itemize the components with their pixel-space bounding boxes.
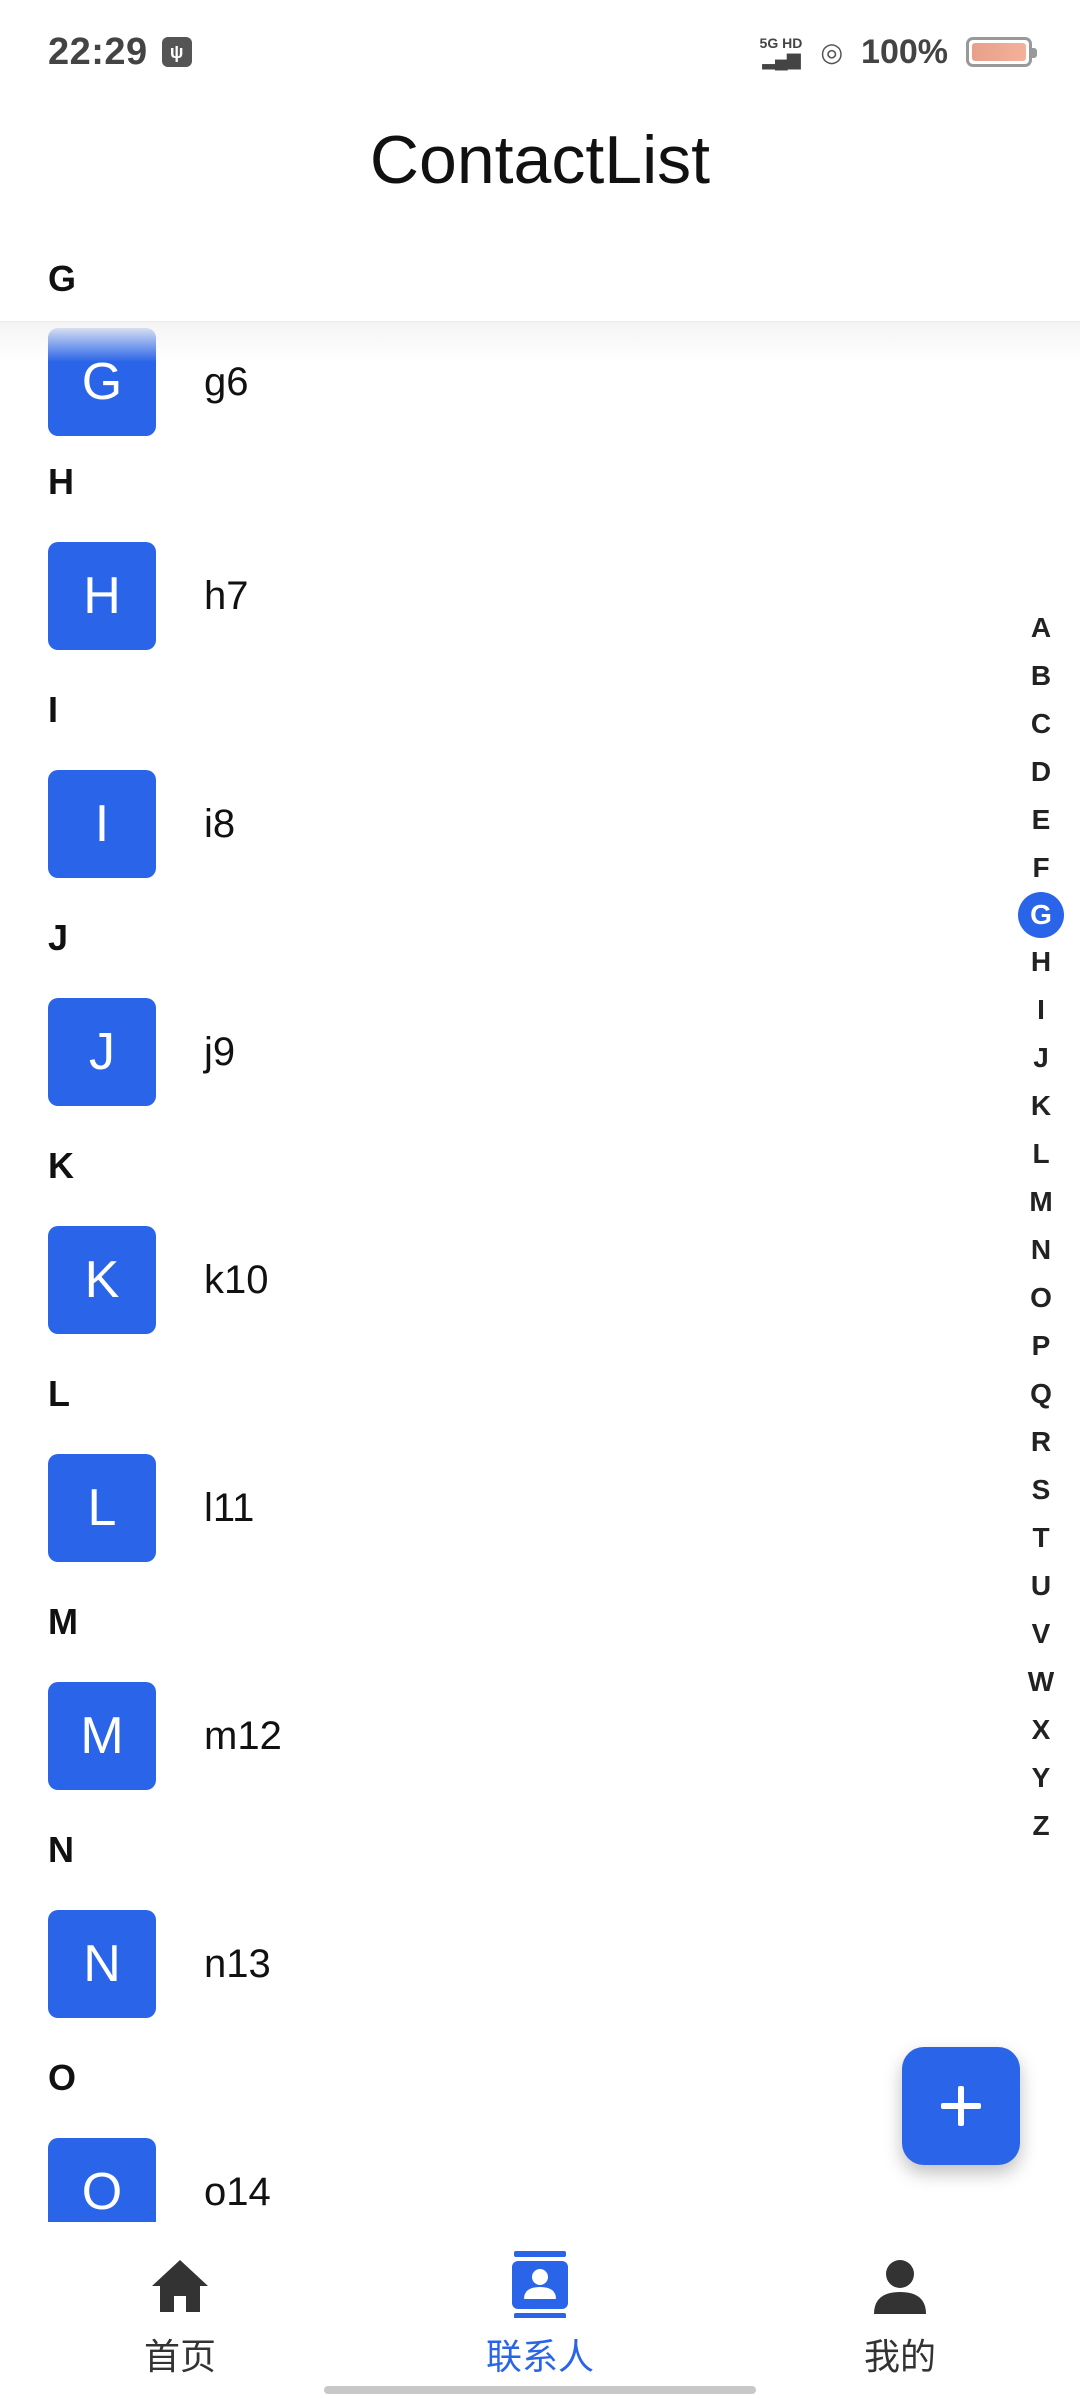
contact-avatar: H [48,542,156,650]
section-header-h: H [48,461,74,502]
add-contact-button[interactable] [902,2047,1020,2165]
contact-name: h7 [204,573,249,618]
contact-row[interactable]: Mm12 [0,1662,1080,1810]
contact-list-screen: 22:29 ψ 5G HD ▂▄▆ ◎ 100% ContactList G G… [0,0,1080,2400]
index-letter-d[interactable]: D [1018,748,1064,796]
contact-avatar: N [48,1910,156,2018]
contact-row[interactable]: Ll11 [0,1434,1080,1582]
section-header-l: L [48,1373,70,1414]
index-letter-s[interactable]: S [1018,1466,1064,1514]
contact-name: i8 [204,801,236,846]
contact-row[interactable]: Hh7 [0,522,1080,670]
plus-icon [941,2086,981,2126]
contact-name: l11 [204,1485,255,1530]
contact-name: j9 [204,1029,236,1074]
index-letter-o[interactable]: O [1018,1274,1064,1322]
index-letter-j[interactable]: J [1018,1034,1064,1082]
contact-row[interactable]: Jj9 [0,978,1080,1126]
page-title: ContactList [369,122,711,198]
contact-avatar: I [48,770,156,878]
index-letter-y[interactable]: Y [1018,1754,1064,1802]
contact-avatar: L [48,1454,156,1562]
index-letter-r[interactable]: R [1018,1418,1064,1466]
index-letter-v[interactable]: V [1018,1610,1064,1658]
usb-icon: ψ [161,37,192,67]
contact-name: k10 [204,1257,269,1302]
contact-list[interactable]: Gg6 H Hh7 I Ii8 J Jj9 K Kk10 L Ll11 M Mm12 N Nn13 O Oo14 [0,322,1080,2222]
index-letter-t[interactable]: T [1018,1514,1064,1562]
sticky-section-header: G [0,236,1080,322]
hotspot-icon: ◎ [820,36,844,67]
nav-item-mine[interactable]: 我的 [720,2222,1080,2400]
contact-avatar: M [48,1682,156,1790]
contact-name: n13 [204,1941,271,1986]
nav-label-home: 首页 [143,2337,216,2378]
sticky-header-shadow [0,322,1080,362]
index-letter-g[interactable]: G [1018,892,1064,938]
index-letter-x[interactable]: X [1018,1706,1064,1754]
index-letter-e[interactable]: E [1018,796,1064,844]
network-label: 5G HD [759,35,803,51]
alphabet-index-bar[interactable]: ABCDEFGHIJKLMNOPQRSTUVWXYZ [1016,604,1066,1850]
index-letter-h[interactable]: H [1018,938,1064,986]
index-letter-q[interactable]: Q [1018,1370,1064,1418]
nav-item-contacts[interactable]: 联系人 [360,2222,720,2400]
contact-avatar: O [48,2138,156,2222]
index-letter-b[interactable]: B [1018,652,1064,700]
battery-icon [966,37,1037,67]
index-letter-n[interactable]: N [1018,1226,1064,1274]
person-icon [874,2260,926,2314]
contacts-icon [512,2251,568,2318]
index-letter-w[interactable]: W [1018,1658,1064,1706]
home-indicator [324,2386,756,2394]
section-header-j: J [48,917,69,958]
index-letter-c[interactable]: C [1018,700,1064,748]
index-letter-f[interactable]: F [1018,844,1064,892]
section-header-i: I [48,689,59,730]
index-letter-i[interactable]: I [1018,986,1064,1034]
index-letter-l[interactable]: L [1018,1130,1064,1178]
contact-name: g6 [204,359,249,404]
index-letter-a[interactable]: A [1018,604,1064,652]
contact-avatar: J [48,998,156,1106]
contact-name: o14 [204,2169,271,2214]
contact-row[interactable]: Ii8 [0,750,1080,898]
section-header-k: K [48,1145,74,1186]
index-letter-k[interactable]: K [1018,1082,1064,1130]
nav-item-home[interactable]: 首页 [0,2222,360,2400]
home-icon [152,2260,208,2312]
nav-label-contacts: 联系人 [485,2337,594,2378]
battery-percent: 100% [861,32,948,71]
contact-row[interactable]: Nn13 [0,1890,1080,2038]
status-bar: 22:29 ψ 5G HD ▂▄▆ ◎ 100% [0,0,1080,104]
index-letter-p[interactable]: P [1018,1322,1064,1370]
bottom-navigation: 首页 联系人 我的 [0,2222,1080,2400]
section-header-n: N [48,1829,74,1870]
section-header-m: M [48,1601,78,1642]
contact-row[interactable]: Kk10 [0,1206,1080,1354]
status-time: 22:29 [48,30,148,73]
nav-label-mine: 我的 [863,2337,936,2378]
index-letter-u[interactable]: U [1018,1562,1064,1610]
contact-avatar: K [48,1226,156,1334]
index-letter-z[interactable]: Z [1018,1802,1064,1850]
contact-name: m12 [204,1713,282,1758]
index-letter-m[interactable]: M [1018,1178,1064,1226]
signal-icon: 5G HD ▂▄▆ [759,35,803,69]
